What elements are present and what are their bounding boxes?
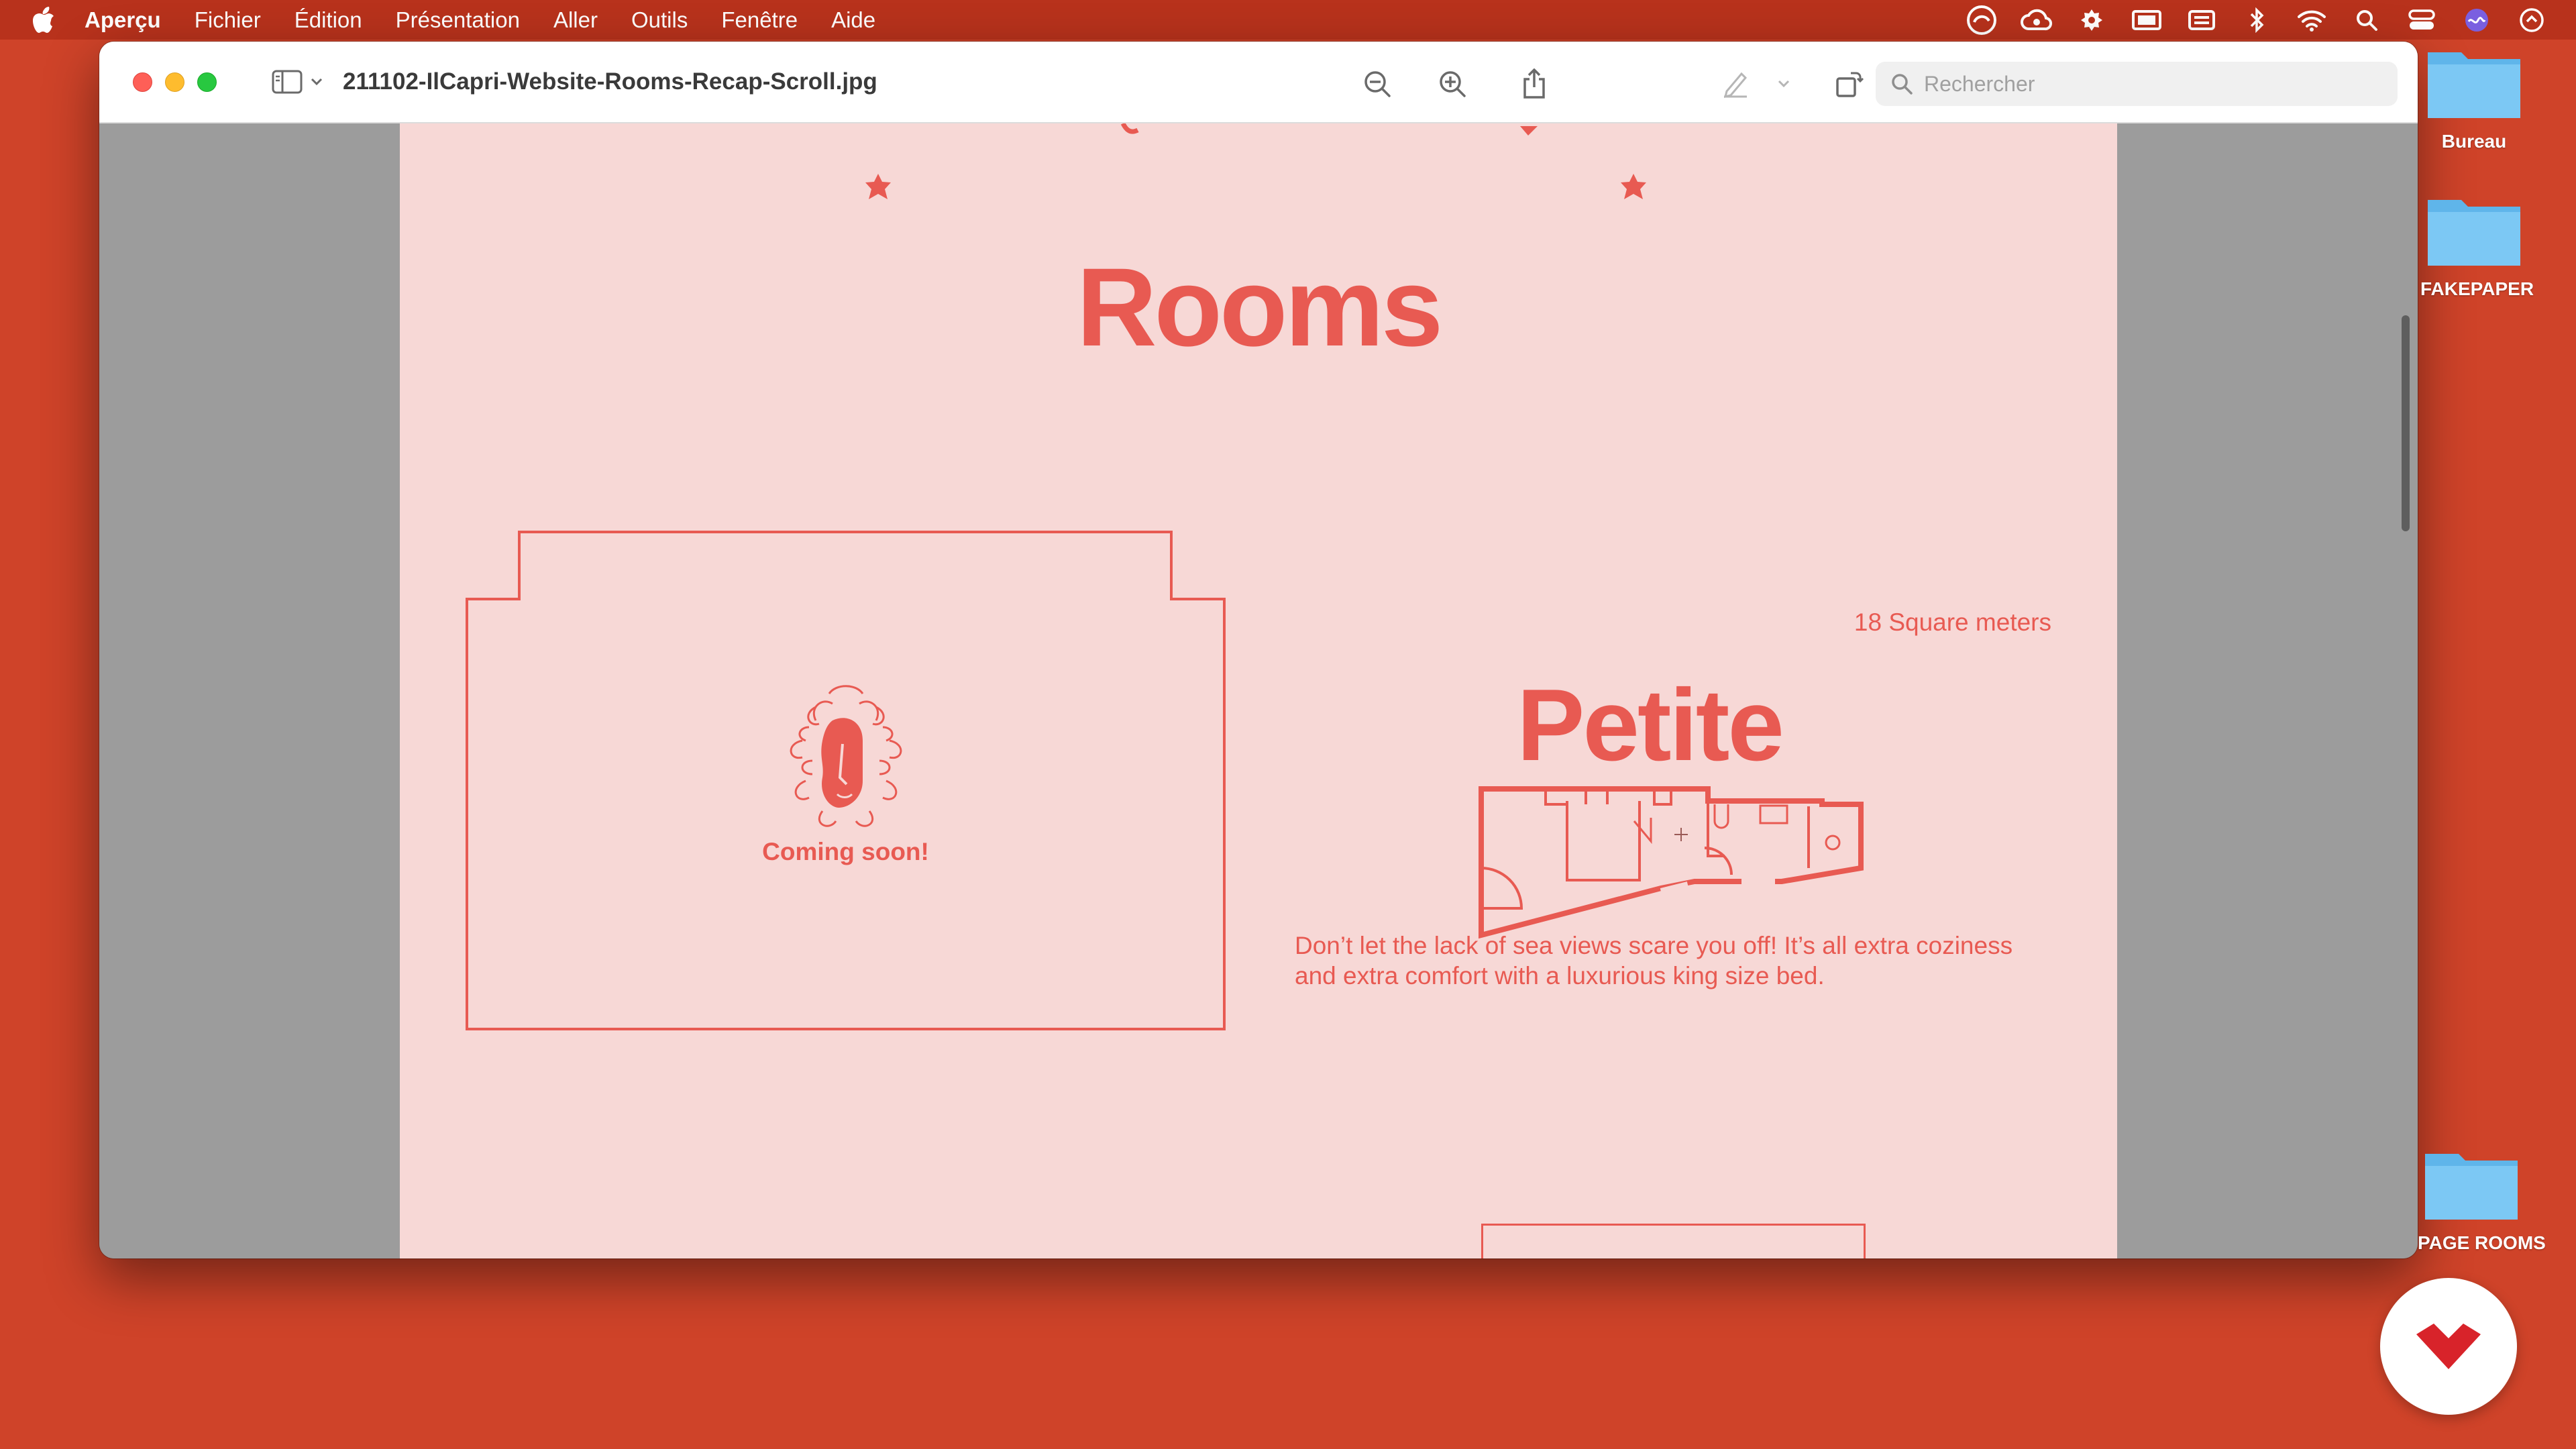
vertical-scrollbar[interactable] <box>2402 315 2410 531</box>
preview-window: 211102-IlCapri-Website-Rooms-Recap-Scrol… <box>99 42 2418 1258</box>
chevron-down-icon <box>311 78 323 86</box>
markup-pen-icon[interactable] <box>1720 68 1751 99</box>
desktop-folder-fakepaper[interactable]: FAKEPAPER <box>2420 189 2534 300</box>
menu-aller[interactable]: Aller <box>553 7 598 33</box>
folder-icon <box>2428 52 2520 118</box>
creative-cloud-icon[interactable] <box>1964 5 1999 35</box>
desktop-folder-label: Bureau <box>2441 131 2507 152</box>
menu-fichier[interactable]: Fichier <box>195 7 261 33</box>
search-placeholder: Rechercher <box>1924 71 2035 96</box>
menu-bar: Aperçu Fichier Édition Présentation Alle… <box>0 0 2576 40</box>
decorative-swirl-icon <box>1120 123 1139 134</box>
bluetooth-icon[interactable] <box>2239 7 2274 34</box>
decorative-flower-icon <box>1520 126 1538 136</box>
display-icon[interactable] <box>2129 7 2164 34</box>
heart-logo-icon <box>2416 1324 2481 1369</box>
traffic-lights <box>133 72 217 92</box>
sidebar-toggle-button[interactable] <box>272 70 323 94</box>
menu-presentation[interactable]: Présentation <box>396 7 520 33</box>
folder-icon <box>2425 1154 2518 1220</box>
zoom-in-icon[interactable] <box>1437 68 1468 99</box>
star-flower-icon <box>865 174 891 199</box>
clock-icon[interactable] <box>2514 7 2549 34</box>
close-button[interactable] <box>133 72 152 92</box>
menu-aide[interactable]: Aide <box>831 7 875 33</box>
search-icon <box>1890 72 1913 95</box>
zoom-button[interactable] <box>197 72 217 92</box>
sidebar-icon <box>272 70 303 94</box>
document-viewport[interactable]: Rooms Coming soon! 18 Square meters Peti… <box>99 123 2418 1258</box>
room-description-line-2: and extra comfort with a luxurious king … <box>1295 962 1825 989</box>
room-description-line-1: Don’t let the lack of sea views scare yo… <box>1295 932 2013 959</box>
wifi-icon[interactable] <box>2294 7 2329 34</box>
folder-icon <box>2428 200 2520 266</box>
room-size: 18 Square meters <box>1854 608 2051 636</box>
keyboard-icon[interactable] <box>2184 7 2219 34</box>
rotate-icon[interactable] <box>1834 68 1865 99</box>
app-badge-button[interactable] <box>2380 1278 2517 1415</box>
siri-icon[interactable] <box>2459 7 2494 34</box>
next-room-frame <box>1481 1224 1866 1258</box>
page-heading: Rooms <box>1076 246 1444 370</box>
desktop-folder-page-rooms[interactable]: PAGE ROOMS <box>2418 1143 2546 1254</box>
menu-status-area <box>1964 0 2549 40</box>
document-page: Rooms Coming soon! 18 Square meters Peti… <box>400 123 2117 1258</box>
menu-edition[interactable]: Édition <box>294 7 362 33</box>
star-flower-icon <box>1621 174 1646 199</box>
spotlight-search-icon[interactable] <box>2349 7 2384 34</box>
apple-menu-icon[interactable] <box>32 6 59 34</box>
medusa-logo-icon <box>790 685 902 827</box>
zoom-out-icon[interactable] <box>1362 68 1393 99</box>
creative-cloud-sync-icon[interactable] <box>2019 7 2054 34</box>
minimize-button[interactable] <box>165 72 184 92</box>
desktop-folder-label: FAKEPAPER <box>2420 278 2534 299</box>
share-icon[interactable] <box>1519 68 1550 99</box>
desktop-folder-label: PAGE ROOMS <box>2418 1232 2546 1253</box>
floor-plan-drawing <box>1479 786 1864 939</box>
room-description: Don’t let the lack of sea views scare yo… <box>1295 930 2066 991</box>
markup-chevron-down-icon[interactable] <box>1776 68 1791 99</box>
menu-outils[interactable]: Outils <box>631 7 688 33</box>
desktop-folder-bureau[interactable]: Bureau <box>2420 42 2528 152</box>
window-toolbar: 211102-IlCapri-Website-Rooms-Recap-Scrol… <box>99 42 2418 123</box>
control-center-icon[interactable] <box>2404 7 2439 34</box>
room-name: Petite <box>1517 668 1784 782</box>
search-field[interactable]: Rechercher <box>1876 62 2398 106</box>
document-title: 211102-IlCapri-Website-Rooms-Recap-Scrol… <box>343 68 877 95</box>
menu-fenetre[interactable]: Fenêtre <box>721 7 798 33</box>
coming-soon-label: Coming soon! <box>762 838 929 865</box>
menu-app-name[interactable]: Aperçu <box>85 7 161 33</box>
settings-badge-icon[interactable] <box>2074 7 2109 34</box>
